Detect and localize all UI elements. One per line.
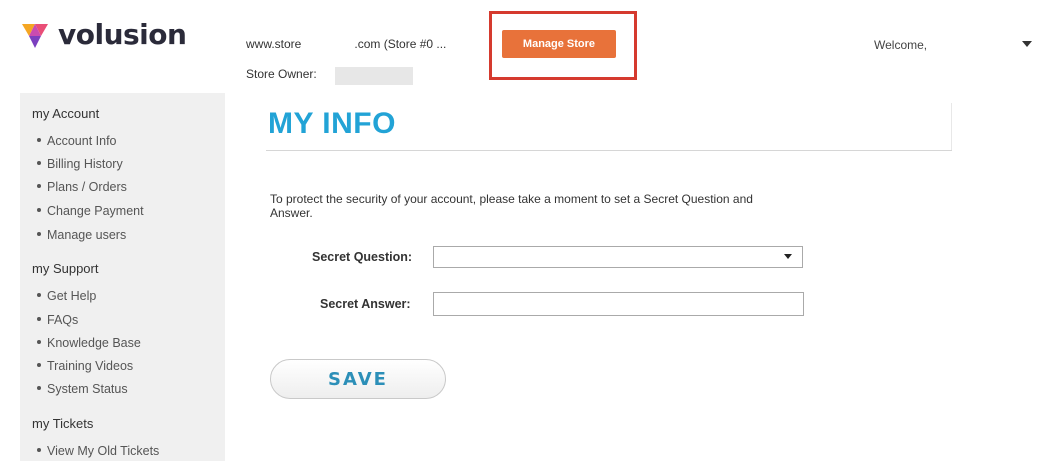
secret-answer-input[interactable]	[433, 292, 804, 316]
bullet-icon	[37, 183, 41, 188]
bullet-icon	[37, 316, 41, 321]
sidebar-item-get-help[interactable]: Get Help	[37, 289, 96, 303]
store-url: www.store .com (Store #0 ...	[246, 37, 446, 51]
bullet-icon	[37, 160, 41, 165]
store-url-prefix: www.store	[246, 37, 302, 51]
sidebar-heading-my-support: my Support	[32, 261, 99, 276]
sidebar	[20, 93, 225, 461]
sidebar-item-label: Training Videos	[47, 359, 134, 373]
dropdown-arrow-icon	[784, 254, 792, 259]
sidebar-heading-my-account: my Account	[32, 106, 100, 121]
bullet-icon	[37, 339, 41, 344]
volusion-logo-icon	[22, 23, 48, 48]
bullet-icon	[37, 137, 41, 142]
store-url-suffix: .com (Store #0 ...	[354, 37, 447, 51]
save-button[interactable]: SAVE	[270, 359, 446, 399]
sidebar-heading-my-tickets: my Tickets	[32, 416, 94, 431]
sidebar-item-view-old-tickets[interactable]: View My Old Tickets	[37, 444, 159, 458]
sidebar-item-billing-history[interactable]: Billing History	[37, 157, 123, 171]
volusion-logo[interactable]: volusion	[20, 18, 187, 51]
sidebar-item-manage-users[interactable]: Manage users	[37, 228, 126, 242]
store-owner-label: Store Owner:	[246, 67, 317, 81]
logo-text: volusion	[58, 18, 187, 51]
sidebar-item-training-videos[interactable]: Training Videos	[37, 359, 133, 373]
manage-store-button[interactable]: Manage Store	[502, 30, 616, 58]
bullet-icon	[37, 231, 41, 236]
sidebar-item-account-info[interactable]: Account Info	[37, 134, 117, 148]
intro-text: To protect the security of your account,…	[270, 192, 753, 220]
account-menu-caret-icon[interactable]	[1022, 41, 1032, 47]
sidebar-item-label: Plans / Orders	[47, 180, 127, 194]
store-owner-value-redacted	[335, 67, 413, 85]
sidebar-item-change-payment[interactable]: Change Payment	[37, 204, 144, 218]
sidebar-item-label: Get Help	[47, 289, 97, 303]
sidebar-item-label: System Status	[47, 382, 128, 396]
sidebar-item-label: Knowledge Base	[47, 336, 141, 350]
welcome-text: Welcome,	[874, 38, 928, 52]
sidebar-item-label: View My Old Tickets	[47, 444, 160, 458]
bullet-icon	[37, 292, 41, 297]
sidebar-item-label: Billing History	[47, 157, 123, 171]
sidebar-item-label: FAQs	[47, 313, 79, 327]
bullet-icon	[37, 385, 41, 390]
secret-question-label: Secret Question:	[312, 250, 413, 264]
sidebar-item-knowledge-base[interactable]: Knowledge Base	[37, 336, 141, 350]
secret-answer-label: Secret Answer:	[320, 297, 411, 311]
sidebar-item-system-status[interactable]: System Status	[37, 382, 128, 396]
title-divider	[266, 150, 952, 151]
bullet-icon	[37, 362, 41, 367]
sidebar-item-label: Manage users	[47, 228, 127, 242]
secret-question-select[interactable]	[433, 246, 803, 268]
page-title: MY INFO	[268, 107, 396, 140]
sidebar-item-label: Account Info	[47, 134, 117, 148]
sidebar-item-label: Change Payment	[47, 204, 144, 218]
sidebar-item-faqs[interactable]: FAQs	[37, 313, 78, 327]
bullet-icon	[37, 207, 41, 212]
bullet-icon	[37, 447, 41, 452]
sidebar-item-plans-orders[interactable]: Plans / Orders	[37, 180, 127, 194]
